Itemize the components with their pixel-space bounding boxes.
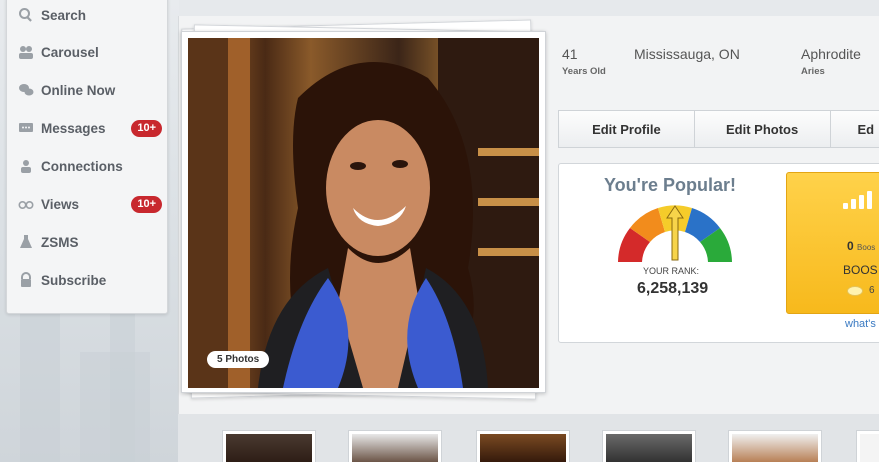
location-value: Mississauga, ON: [634, 46, 740, 62]
rank-gauge: [618, 205, 732, 262]
sidebar-item-online-now[interactable]: Online Now: [7, 71, 167, 109]
photo-thumbnail[interactable]: [728, 430, 822, 462]
rank-label: YOUR RANK:: [643, 266, 700, 276]
coin-icon: [847, 285, 863, 296]
boost-label: BOOS: [843, 263, 878, 277]
edit-profile-button[interactable]: Edit Profile: [558, 110, 695, 148]
sidebar-item-label: Carousel: [41, 44, 99, 60]
photo-thumbnail[interactable]: [476, 430, 570, 462]
photo-thumbnail[interactable]: [222, 430, 316, 462]
sidebar-item-zsms[interactable]: ZSMS: [7, 223, 167, 261]
lock-icon: [18, 272, 34, 288]
photo-thumbnail[interactable]: [348, 430, 442, 462]
boost-coins: 6: [847, 285, 875, 296]
sidebar-item-label: Views: [41, 196, 80, 212]
whats-this-link[interactable]: what's: [845, 318, 876, 330]
zodiac-value: Aphrodite: [801, 46, 861, 62]
sidebar-item-views[interactable]: Views 10+: [7, 185, 167, 223]
zodiac-stat: Aphrodite Aries: [801, 46, 861, 77]
age-label: Years Old: [562, 66, 606, 77]
zsms-icon: [18, 234, 34, 250]
photo-thumbnail-strip: [178, 414, 879, 462]
connections-icon: [18, 158, 34, 174]
profile-photo-frame[interactable]: 5 Photos: [181, 31, 546, 393]
boost-coins-value: 6: [869, 285, 875, 296]
photo-count-label[interactable]: 5 Photos: [207, 351, 270, 368]
sidebar-item-label: Subscribe: [41, 272, 107, 288]
search-icon: [18, 7, 34, 23]
zodiac-label: Aries: [801, 66, 825, 77]
online-icon: [18, 82, 34, 98]
rank-value: 6,258,139: [637, 280, 709, 297]
sidebar-item-search[interactable]: Search: [7, 0, 167, 33]
profile-photo[interactable]: 5 Photos: [188, 38, 539, 388]
sidebar-item-messages[interactable]: Messages 10+: [7, 109, 167, 147]
carousel-icon: [18, 44, 34, 60]
top-band: [179, 0, 879, 16]
boost-count: 0 Boos: [847, 239, 875, 253]
profile-stats: 41 Years Old Mississauga, ON Aphrodite A…: [562, 46, 879, 86]
edit-photos-button[interactable]: Edit Photos: [693, 110, 831, 148]
messages-icon: [18, 120, 34, 136]
boost-card[interactable]: 0 Boos BOOS 6: [786, 172, 879, 314]
photo-thumbnail[interactable]: [602, 430, 696, 462]
sidebar-item-connections[interactable]: Connections: [7, 147, 167, 185]
location-stat: Mississauga, ON: [634, 46, 740, 62]
messages-count-badge: 10+: [131, 120, 162, 137]
popularity-title: You're Popular!: [604, 175, 736, 195]
edit-more-button[interactable]: Ed: [829, 110, 879, 148]
sidebar-item-label: Search: [41, 7, 87, 23]
boost-count-value: 0: [847, 239, 854, 253]
sidebar-item-subscribe[interactable]: Subscribe: [7, 261, 167, 299]
views-count-badge: 10+: [131, 196, 162, 213]
age-value: 41: [562, 46, 578, 62]
sidebar-nav: Search Carousel Online Now Messages 10+ …: [6, 0, 168, 314]
profile-action-buttons: Edit Profile Edit Photos Ed: [558, 110, 879, 148]
views-icon: [18, 196, 34, 212]
sidebar-item-label: Online Now: [41, 82, 116, 98]
photo-thumbnail[interactable]: [856, 430, 879, 462]
sidebar-item-label: Messages: [41, 120, 106, 136]
sidebar-item-carousel[interactable]: Carousel: [7, 33, 167, 71]
sidebar-item-label: ZSMS: [41, 234, 79, 250]
sidebar-item-label: Connections: [41, 158, 123, 174]
boost-count-suffix: Boos: [857, 243, 876, 252]
age-stat: 41 Years Old: [562, 46, 606, 77]
